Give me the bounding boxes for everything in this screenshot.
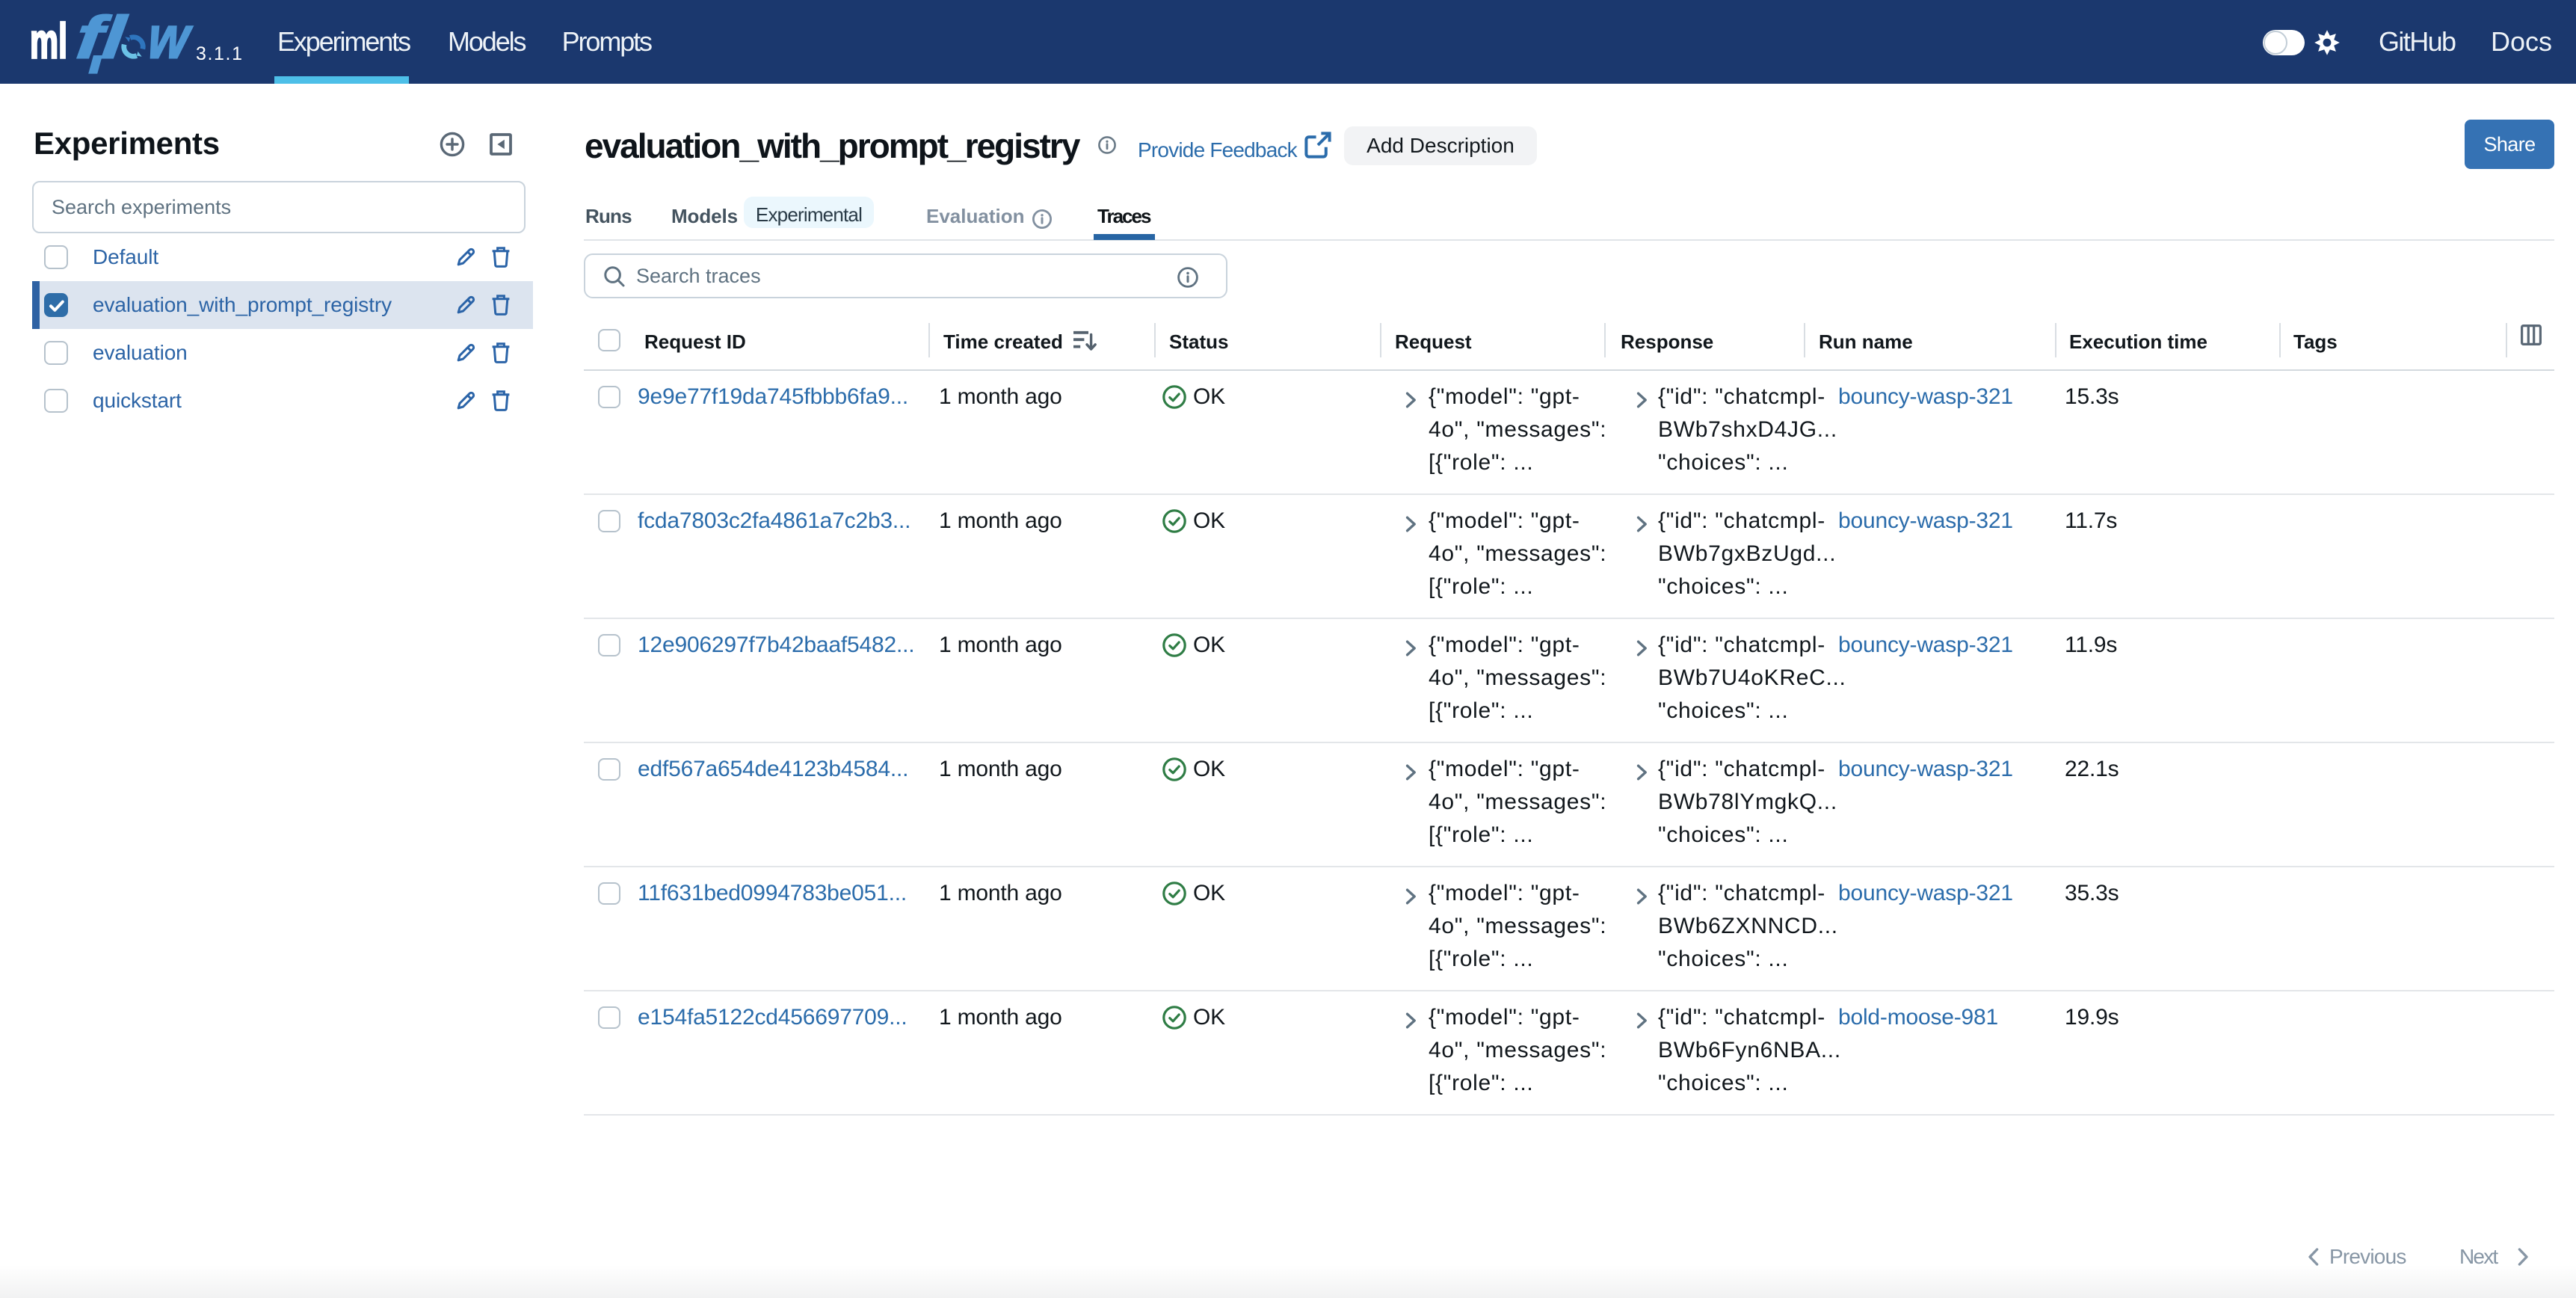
svg-text:fl: fl [73, 4, 130, 71]
svg-text:w: w [145, 4, 195, 71]
svg-text:ml: ml [30, 13, 67, 69]
